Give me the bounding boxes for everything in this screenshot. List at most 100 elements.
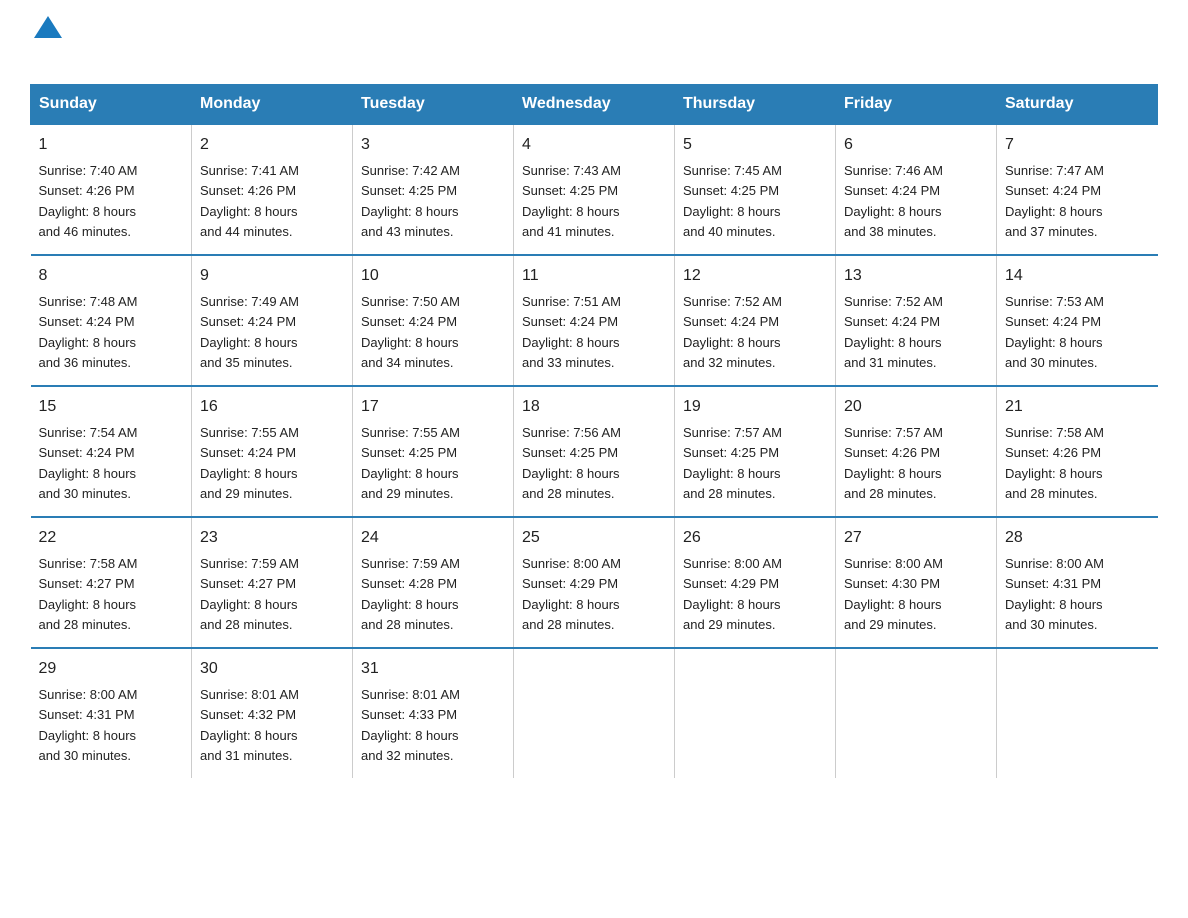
calendar-cell <box>514 648 675 778</box>
day-number: 22 <box>39 526 184 550</box>
day-info: Sunrise: 8:00 AMSunset: 4:31 PMDaylight:… <box>39 687 138 763</box>
calendar-cell <box>997 648 1158 778</box>
calendar-cell: 16 Sunrise: 7:55 AMSunset: 4:24 PMDaylig… <box>192 386 353 517</box>
day-number: 25 <box>522 526 666 550</box>
day-info: Sunrise: 7:59 AMSunset: 4:28 PMDaylight:… <box>361 556 460 632</box>
calendar-cell: 29 Sunrise: 8:00 AMSunset: 4:31 PMDaylig… <box>31 648 192 778</box>
day-info: Sunrise: 7:53 AMSunset: 4:24 PMDaylight:… <box>1005 294 1104 370</box>
day-number: 26 <box>683 526 827 550</box>
day-number: 7 <box>1005 133 1150 157</box>
day-number: 17 <box>361 395 505 419</box>
calendar-cell: 4 Sunrise: 7:43 AMSunset: 4:25 PMDayligh… <box>514 124 675 255</box>
day-info: Sunrise: 7:55 AMSunset: 4:25 PMDaylight:… <box>361 425 460 501</box>
calendar-cell: 27 Sunrise: 8:00 AMSunset: 4:30 PMDaylig… <box>836 517 997 648</box>
calendar-cell: 21 Sunrise: 7:58 AMSunset: 4:26 PMDaylig… <box>997 386 1158 517</box>
day-of-week-header: Sunday <box>31 85 192 125</box>
calendar-cell: 2 Sunrise: 7:41 AMSunset: 4:26 PMDayligh… <box>192 124 353 255</box>
calendar-week-row: 29 Sunrise: 8:00 AMSunset: 4:31 PMDaylig… <box>31 648 1158 778</box>
day-info: Sunrise: 7:50 AMSunset: 4:24 PMDaylight:… <box>361 294 460 370</box>
day-info: Sunrise: 7:58 AMSunset: 4:26 PMDaylight:… <box>1005 425 1104 501</box>
day-number: 15 <box>39 395 184 419</box>
calendar-cell: 11 Sunrise: 7:51 AMSunset: 4:24 PMDaylig… <box>514 255 675 386</box>
day-info: Sunrise: 7:55 AMSunset: 4:24 PMDaylight:… <box>200 425 299 501</box>
calendar-cell: 22 Sunrise: 7:58 AMSunset: 4:27 PMDaylig… <box>31 517 192 648</box>
day-number: 12 <box>683 264 827 288</box>
day-info: Sunrise: 7:52 AMSunset: 4:24 PMDaylight:… <box>683 294 782 370</box>
day-of-week-header: Thursday <box>675 85 836 125</box>
logo-bottom-row: General <box>30 32 138 64</box>
day-info: Sunrise: 8:01 AMSunset: 4:33 PMDaylight:… <box>361 687 460 763</box>
day-number: 23 <box>200 526 344 550</box>
day-number: 16 <box>200 395 344 419</box>
day-of-week-header: Wednesday <box>514 85 675 125</box>
day-info: Sunrise: 8:01 AMSunset: 4:32 PMDaylight:… <box>200 687 299 763</box>
day-number: 3 <box>361 133 505 157</box>
day-info: Sunrise: 7:48 AMSunset: 4:24 PMDaylight:… <box>39 294 138 370</box>
calendar-header-row: SundayMondayTuesdayWednesdayThursdayFrid… <box>31 85 1158 125</box>
calendar-cell: 14 Sunrise: 7:53 AMSunset: 4:24 PMDaylig… <box>997 255 1158 386</box>
day-info: Sunrise: 7:49 AMSunset: 4:24 PMDaylight:… <box>200 294 299 370</box>
calendar-cell: 9 Sunrise: 7:49 AMSunset: 4:24 PMDayligh… <box>192 255 353 386</box>
day-info: Sunrise: 8:00 AMSunset: 4:29 PMDaylight:… <box>522 556 621 632</box>
day-number: 4 <box>522 133 666 157</box>
calendar-cell: 20 Sunrise: 7:57 AMSunset: 4:26 PMDaylig… <box>836 386 997 517</box>
calendar-cell <box>675 648 836 778</box>
calendar-cell: 13 Sunrise: 7:52 AMSunset: 4:24 PMDaylig… <box>836 255 997 386</box>
day-info: Sunrise: 7:59 AMSunset: 4:27 PMDaylight:… <box>200 556 299 632</box>
day-number: 21 <box>1005 395 1150 419</box>
calendar-week-row: 22 Sunrise: 7:58 AMSunset: 4:27 PMDaylig… <box>31 517 1158 648</box>
calendar-cell: 12 Sunrise: 7:52 AMSunset: 4:24 PMDaylig… <box>675 255 836 386</box>
day-number: 18 <box>522 395 666 419</box>
calendar-table: SundayMondayTuesdayWednesdayThursdayFrid… <box>30 84 1158 778</box>
day-number: 19 <box>683 395 827 419</box>
calendar-cell: 23 Sunrise: 7:59 AMSunset: 4:27 PMDaylig… <box>192 517 353 648</box>
calendar-cell: 7 Sunrise: 7:47 AMSunset: 4:24 PMDayligh… <box>997 124 1158 255</box>
day-number: 30 <box>200 657 344 681</box>
calendar-week-row: 1 Sunrise: 7:40 AMSunset: 4:26 PMDayligh… <box>31 124 1158 255</box>
calendar-cell: 8 Sunrise: 7:48 AMSunset: 4:24 PMDayligh… <box>31 255 192 386</box>
day-of-week-header: Monday <box>192 85 353 125</box>
calendar-cell: 15 Sunrise: 7:54 AMSunset: 4:24 PMDaylig… <box>31 386 192 517</box>
day-info: Sunrise: 7:54 AMSunset: 4:24 PMDaylight:… <box>39 425 138 501</box>
day-number: 1 <box>39 133 184 157</box>
day-number: 24 <box>361 526 505 550</box>
page-header: General <box>30 20 1158 64</box>
day-of-week-header: Tuesday <box>353 85 514 125</box>
calendar-cell: 24 Sunrise: 7:59 AMSunset: 4:28 PMDaylig… <box>353 517 514 648</box>
day-info: Sunrise: 7:46 AMSunset: 4:24 PMDaylight:… <box>844 163 943 239</box>
day-info: Sunrise: 7:45 AMSunset: 4:25 PMDaylight:… <box>683 163 782 239</box>
calendar-cell: 3 Sunrise: 7:42 AMSunset: 4:25 PMDayligh… <box>353 124 514 255</box>
calendar-cell <box>836 648 997 778</box>
day-info: Sunrise: 7:57 AMSunset: 4:25 PMDaylight:… <box>683 425 782 501</box>
day-of-week-header: Saturday <box>997 85 1158 125</box>
calendar-week-row: 8 Sunrise: 7:48 AMSunset: 4:24 PMDayligh… <box>31 255 1158 386</box>
day-number: 20 <box>844 395 988 419</box>
day-number: 27 <box>844 526 988 550</box>
calendar-cell: 10 Sunrise: 7:50 AMSunset: 4:24 PMDaylig… <box>353 255 514 386</box>
day-number: 6 <box>844 133 988 157</box>
day-info: Sunrise: 7:47 AMSunset: 4:24 PMDaylight:… <box>1005 163 1104 239</box>
day-number: 9 <box>200 264 344 288</box>
calendar-cell: 18 Sunrise: 7:56 AMSunset: 4:25 PMDaylig… <box>514 386 675 517</box>
calendar-cell: 31 Sunrise: 8:01 AMSunset: 4:33 PMDaylig… <box>353 648 514 778</box>
day-number: 10 <box>361 264 505 288</box>
day-info: Sunrise: 8:00 AMSunset: 4:30 PMDaylight:… <box>844 556 943 632</box>
day-number: 11 <box>522 264 666 288</box>
day-number: 29 <box>39 657 184 681</box>
day-info: Sunrise: 7:43 AMSunset: 4:25 PMDaylight:… <box>522 163 621 239</box>
day-info: Sunrise: 7:40 AMSunset: 4:26 PMDaylight:… <box>39 163 138 239</box>
logo: General <box>30 20 138 64</box>
day-number: 14 <box>1005 264 1150 288</box>
calendar-cell: 28 Sunrise: 8:00 AMSunset: 4:31 PMDaylig… <box>997 517 1158 648</box>
calendar-cell: 19 Sunrise: 7:57 AMSunset: 4:25 PMDaylig… <box>675 386 836 517</box>
day-info: Sunrise: 7:51 AMSunset: 4:24 PMDaylight:… <box>522 294 621 370</box>
calendar-cell: 1 Sunrise: 7:40 AMSunset: 4:26 PMDayligh… <box>31 124 192 255</box>
calendar-cell: 30 Sunrise: 8:01 AMSunset: 4:32 PMDaylig… <box>192 648 353 778</box>
calendar-cell: 5 Sunrise: 7:45 AMSunset: 4:25 PMDayligh… <box>675 124 836 255</box>
calendar-cell: 17 Sunrise: 7:55 AMSunset: 4:25 PMDaylig… <box>353 386 514 517</box>
day-number: 13 <box>844 264 988 288</box>
day-info: Sunrise: 7:41 AMSunset: 4:26 PMDaylight:… <box>200 163 299 239</box>
day-info: Sunrise: 7:57 AMSunset: 4:26 PMDaylight:… <box>844 425 943 501</box>
day-number: 28 <box>1005 526 1150 550</box>
day-number: 2 <box>200 133 344 157</box>
